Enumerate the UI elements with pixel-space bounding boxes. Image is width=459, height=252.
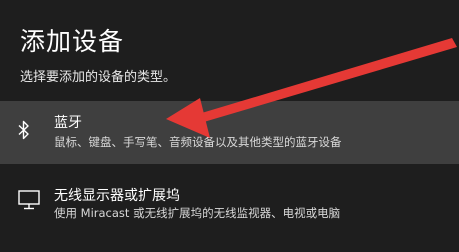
option-wireless-display-label: 无线显示器或扩展坞 [54,188,180,204]
option-wireless-display[interactable]: 无线显示器或扩展坞 使用 Miracast 或无线扩展坞的无线监视器、电视或电脑 [0,176,459,228]
monitor-icon [18,190,40,214]
option-bluetooth-description: 鼠标、键盘、手写笔、音频设备以及其他类型的蓝牙设备 [54,135,342,149]
bluetooth-icon [18,120,30,144]
dialog-subtitle: 选择要添加的设备的类型。 [20,70,177,85]
option-bluetooth[interactable]: 蓝牙 鼠标、键盘、手写笔、音频设备以及其他类型的蓝牙设备 [0,101,459,164]
dialog-title: 添加设备 [20,27,125,56]
option-bluetooth-label: 蓝牙 [54,115,82,131]
option-wireless-display-description: 使用 Miracast 或无线扩展坞的无线监视器、电视或电脑 [54,206,341,220]
